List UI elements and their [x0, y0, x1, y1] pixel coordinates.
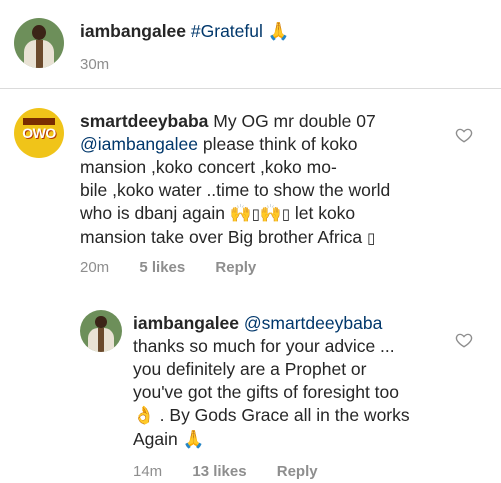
reply-button[interactable]: Reply	[215, 259, 256, 276]
comment-line: thanks so much for your advice ...	[133, 336, 395, 356]
pray-emoji-icon: 🙏	[267, 22, 290, 42]
avatar-badge-text: OWO	[22, 125, 56, 141]
comment-meta: 20m 5 likes Reply	[80, 259, 282, 276]
caption-username[interactable]: iambangalee	[80, 21, 186, 41]
heart-outline-icon[interactable]	[455, 126, 473, 144]
comment-line: you definitely are a Prophet or	[133, 359, 367, 379]
likes-count-button[interactable]: 13 likes	[192, 463, 246, 480]
caption-avatar[interactable]	[14, 18, 64, 68]
comment-line: iambangalee @smartdeeybaba	[133, 312, 453, 335]
heart-outline-icon[interactable]	[455, 331, 473, 349]
comment-time: 20m	[80, 259, 110, 276]
comment-body: . By Gods Grace all in the works	[159, 405, 410, 425]
comment-line: 👌 . By Gods Grace all in the works	[133, 404, 453, 428]
caption-text: iambangalee #Grateful 🙏	[80, 20, 480, 44]
raised-hands-emoji-icon: 🙌	[229, 204, 252, 224]
comment-body: mansion take over Big brother Africa	[80, 227, 363, 247]
comment-text: smartdeeybaba My OG mr double 07 @iamban…	[80, 110, 470, 250]
avatar-trim-shape	[35, 40, 43, 68]
caption-hashtag[interactable]: #Grateful	[191, 21, 263, 41]
missing-glyph-icon: ▯	[366, 229, 376, 247]
missing-glyph-icon: ▯	[281, 205, 290, 223]
comment-body: let koko	[294, 203, 356, 223]
comment-body: My OG mr double 07	[213, 111, 376, 131]
comment-line: you've got the gifts of foresight too	[133, 382, 400, 402]
reply-meta: 14m 13 likes Reply	[133, 463, 344, 480]
avatar-trim-shape	[98, 328, 104, 352]
ok-hand-emoji-icon: 👌	[133, 406, 155, 426]
comment-line: @iambangalee please think of koko	[80, 133, 470, 156]
comment-body: please think of koko	[202, 134, 358, 154]
comment-line: mansion take over Big brother Africa ▯	[80, 226, 470, 250]
caption-meta: 30m	[80, 56, 135, 73]
comment-mention[interactable]: @iambangalee	[80, 134, 198, 154]
comment-body: Again	[133, 429, 178, 449]
comment-line: Again 🙏	[133, 428, 453, 452]
missing-glyph-icon: ▯	[251, 205, 260, 223]
reply-text: iambangalee @smartdeeybaba thanks so muc…	[133, 312, 453, 452]
reply-button[interactable]: Reply	[277, 463, 318, 480]
likes-count-button[interactable]: 5 likes	[139, 259, 185, 276]
avatar-badge-shape	[23, 118, 55, 125]
comment-avatar-smartdeeybaba[interactable]: OWO	[14, 108, 64, 158]
comment-body: who is dbanj again	[80, 203, 225, 223]
avatar-head-shape	[95, 315, 107, 329]
reply-username[interactable]: iambangalee	[133, 313, 239, 333]
pray-emoji-icon: 🙏	[182, 430, 205, 450]
comment-line: smartdeeybaba My OG mr double 07	[80, 110, 470, 133]
caption-time: 30m	[80, 56, 110, 73]
comment-username[interactable]: smartdeeybaba	[80, 111, 208, 131]
comment-line: who is dbanj again 🙌▯🙌▯ let koko	[80, 202, 470, 226]
avatar-head-shape	[32, 25, 46, 40]
reply-mention[interactable]: @smartdeeybaba	[244, 313, 382, 333]
raised-hands-emoji-icon: 🙌	[259, 204, 282, 224]
comment-line: bile ,koko water ..time to show the worl…	[80, 180, 391, 200]
caption-divider	[0, 88, 501, 89]
comment-time: 14m	[133, 463, 163, 480]
comment-line: mansion ,koko concert ,koko mo-	[80, 157, 337, 177]
reply-avatar-iambangalee[interactable]	[80, 310, 122, 352]
